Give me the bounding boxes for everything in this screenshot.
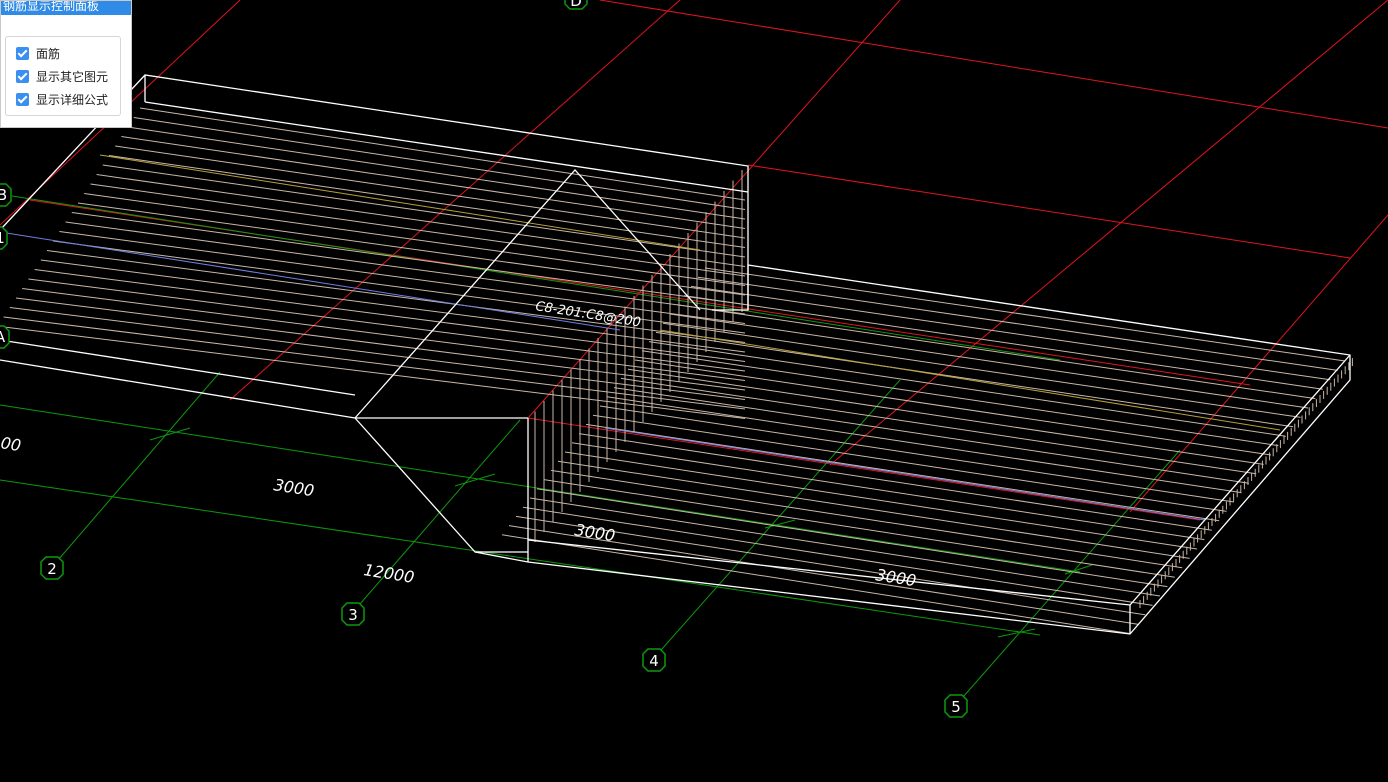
option-top-rebar[interactable]: 面筋 [16,44,60,62]
axis-bubble-5[interactable]: 5 [944,694,968,718]
rebar-line [704,267,1346,362]
rebar-display-control-panel: 钢筋显示控制面板 面筋 显示其它图元 显示详细公式 [0,0,132,128]
rebar-line [0,326,746,419]
svg-text:3: 3 [348,606,358,624]
checkbox-checked-icon[interactable] [16,92,29,106]
panel-title-bar[interactable]: 钢筋显示控制面板 [1,1,131,15]
option-show-other-elements-label: 显示其它图元 [36,69,109,84]
rebar-line [501,534,1131,635]
cad-3d-viewport[interactable]: C8-201:C8@200 00 3000 12000 3000 3000 2 … [0,0,1388,782]
rebar-line [662,322,1301,418]
dimension-span-1: 3000 [272,475,315,500]
rebar-line [669,313,1309,409]
option-top-rebar-label: 面筋 [36,46,61,61]
svg-text:1: 1 [0,229,5,247]
option-show-other-elements[interactable]: 显示其它图元 [16,67,108,85]
rebar-line [627,368,1264,465]
accent-rebars [0,154,1281,521]
svg-text:A: A [0,328,6,346]
rebar-line [564,451,1198,550]
rebar-line [683,295,1323,390]
rebar-line [96,174,746,267]
rebar-line [22,288,746,381]
rebar-line [139,107,746,201]
axis-bubble-3[interactable]: 3 [341,602,365,626]
rebar-line [115,145,746,239]
rebar-line [697,276,1338,371]
rebar-line [46,250,746,343]
axis-bubble-2[interactable]: 2 [40,556,64,580]
rebar-line [102,164,746,258]
rebar-line [522,506,1153,606]
rebar-line [557,460,1190,559]
rebar-line [127,126,746,220]
rebar-line [578,433,1212,531]
rebar-line [585,423,1220,522]
axis-bubble-B[interactable]: B [0,183,12,207]
rebar-line [40,259,746,353]
dimension-span-3: 3000 [874,565,917,590]
green-dimension-lines [0,195,1181,706]
svg-text:5: 5 [951,698,961,716]
panel-title: 钢筋显示控制面板 [3,1,100,13]
checkbox-checked-icon[interactable] [16,46,29,60]
rebar-label: C8-201:C8@200 [534,299,641,330]
axis-bubble-A[interactable]: A [0,325,10,349]
rebar-line [71,212,746,305]
option-show-detailed-formula-label: 显示详细公式 [36,92,109,107]
svg-text:D: D [570,0,582,10]
rebar-lines-left-slab [0,107,746,419]
axis-bubble-1-partial[interactable]: 1 [0,226,8,250]
rebar-line [133,117,746,210]
rebar-line [529,497,1161,597]
svg-text:4: 4 [649,652,659,670]
svg-text:2: 2 [47,560,57,578]
option-show-detailed-formula[interactable]: 显示详细公式 [16,90,108,108]
rebar-line [613,387,1249,484]
rebar-line [84,193,746,286]
panel-options-group: 面筋 显示其它图元 显示详细公式 [5,36,121,116]
axis-bubble-D[interactable]: D [564,0,588,10]
checkbox-checked-icon[interactable] [16,69,29,83]
axis-bubble-4[interactable]: 4 [642,648,666,672]
rebar-line [108,155,746,248]
rebar-line [543,479,1175,578]
rebar-line [571,442,1205,541]
rebar-line [599,405,1235,503]
svg-text:B: B [0,186,7,204]
dimension-total: 12000 [362,560,415,587]
rebar-line [121,136,746,229]
rebar-line [536,488,1168,588]
rebar-line [15,297,746,391]
rebar-line [690,285,1331,381]
rebar-line [648,341,1286,437]
dimension-span-2: 3000 [573,520,616,545]
rebar-line [592,414,1227,512]
rebar-line [620,377,1257,475]
dimension-left-edge: 00 [0,433,22,455]
